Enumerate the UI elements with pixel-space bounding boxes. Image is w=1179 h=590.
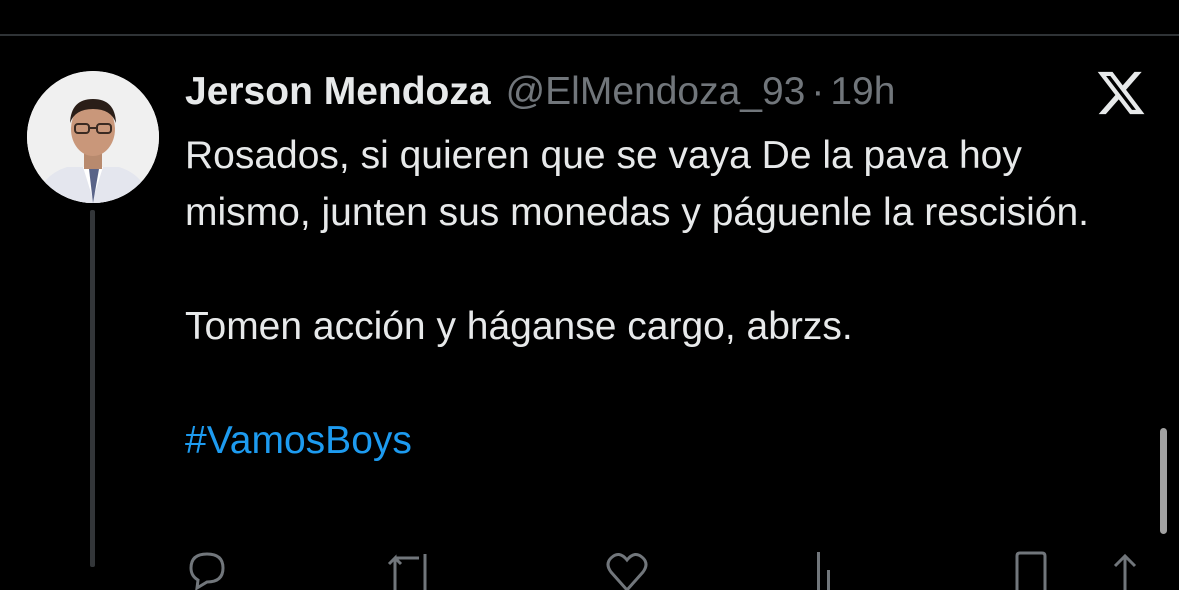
tweet-paragraph: Tomen acción y háganse cargo, abrzs. (185, 305, 853, 348)
avatar-image (27, 71, 159, 203)
views-button[interactable] (805, 550, 849, 590)
reply-button[interactable] (185, 550, 229, 590)
retweet-icon (387, 554, 427, 590)
separator-dot: · (811, 70, 825, 113)
tweet-header: Jerson Mendoza @ElMendoza_93 · 19h (185, 68, 895, 116)
bookmark-button[interactable] (1011, 550, 1051, 590)
tweet-paragraph: Rosados, si quieren que se vaya De la pa… (185, 134, 1089, 234)
thread-line (90, 210, 95, 567)
retweet-button[interactable] (385, 550, 435, 590)
share-icon (1113, 553, 1137, 590)
tweet-text: Rosados, si quieren que se vaya De la pa… (185, 127, 1145, 469)
like-button[interactable] (605, 550, 649, 590)
share-button[interactable] (1107, 550, 1143, 590)
action-bar (185, 550, 1145, 590)
timestamp[interactable]: 19h (830, 70, 895, 114)
hashtag-link[interactable]: #VamosBoys (185, 412, 1145, 469)
x-logo-icon (1095, 67, 1147, 119)
reply-icon (189, 552, 225, 590)
views-icon (817, 552, 830, 590)
avatar[interactable] (27, 71, 159, 203)
author-name[interactable]: Jerson Mendoza (185, 70, 491, 114)
top-divider (0, 34, 1179, 36)
scrollbar[interactable] (1160, 428, 1167, 534)
heart-icon (606, 553, 648, 590)
author-handle[interactable]: @ElMendoza_93 (506, 70, 806, 114)
bookmark-icon (1015, 551, 1047, 590)
